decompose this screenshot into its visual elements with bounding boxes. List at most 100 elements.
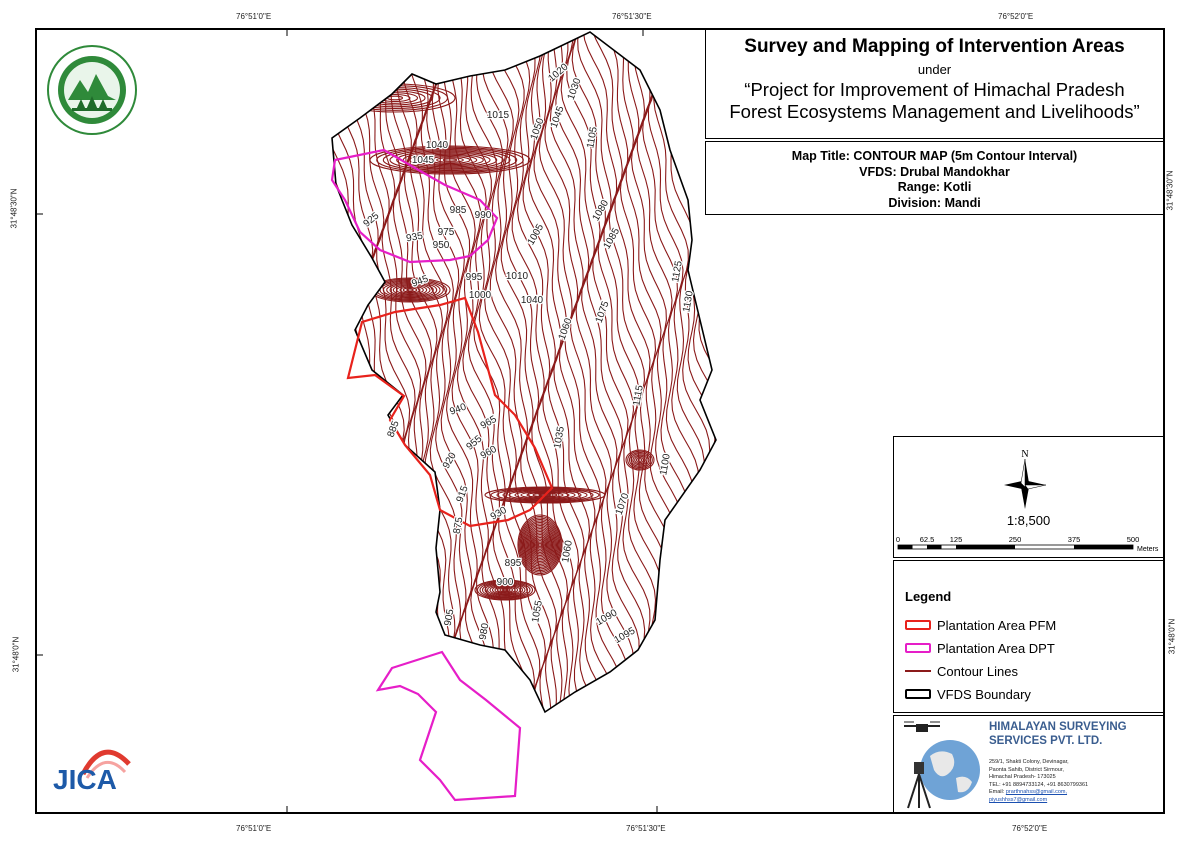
scale-tick-1: 62.5 <box>920 535 935 544</box>
legend-label-boundary: VFDS Boundary <box>937 686 1031 702</box>
contour-label: 1090 <box>594 607 619 628</box>
contour-line <box>501 588 509 592</box>
legend-swatch-pfm <box>905 620 931 630</box>
email-link-2[interactable]: piyushhss7@gmail.com <box>989 797 1047 803</box>
contour-line <box>454 32 518 712</box>
contour-label: 1130 <box>681 290 696 314</box>
contour-label: 1005 <box>526 222 547 247</box>
email-link-1[interactable]: prarthnahss@gmail.com, <box>1006 789 1067 795</box>
coord-bottom-3: 76°52'0"E <box>1012 824 1048 833</box>
contour-label: 1095 <box>612 625 637 646</box>
contour-label: 950 <box>433 240 450 251</box>
contour-label: 1075 <box>594 299 612 324</box>
map-main-title: Survey and Mapping of Intervention Areas <box>744 36 1125 57</box>
contour-label: 1115 <box>631 384 646 407</box>
title-under: under <box>917 62 952 77</box>
contour-line <box>637 458 643 462</box>
contour-line <box>653 32 706 712</box>
contour-label: 1040 <box>426 140 449 151</box>
legend-label-dpt: Plantation Area DPT <box>937 640 1055 656</box>
contour-label: 1040 <box>521 295 544 306</box>
contour-line <box>377 32 434 712</box>
title-panel: Survey and Mapping of Intervention Areas… <box>705 29 1164 139</box>
contour-label: 980 <box>478 622 492 641</box>
legend-item-dpt: Plantation Area DPT <box>905 640 1055 656</box>
scale-ratio: 1:8,500 <box>1006 513 1051 528</box>
plantation-dpt-lower[interactable] <box>375 650 522 802</box>
contour-label: 920 <box>441 450 459 470</box>
legend-item-boundary: VFDS Boundary <box>905 686 1031 702</box>
contour-label: 965 <box>479 414 499 432</box>
contour-label: 1105 <box>585 126 600 150</box>
contour-label: 915 <box>455 484 471 504</box>
coord-bottom-1: 76°51'0"E <box>236 824 272 833</box>
contour-label: 975 <box>438 227 455 238</box>
company-panel: HIMALAYAN SURVEYING SERVICES PVT. LTD. 2… <box>893 715 1164 813</box>
contour-label: 1055 <box>530 599 545 623</box>
contour-label: 995 <box>466 272 483 283</box>
legend-swatch-contour <box>905 670 931 672</box>
project-title: “Project for Improvement of Himachal Pra… <box>706 79 1163 123</box>
contour-label: 935 <box>405 231 424 245</box>
contour-label: 925 <box>361 210 381 229</box>
contour-label: 1035 <box>552 425 567 449</box>
company-name-line-2: SERVICES PVT. LTD. <box>989 735 1103 747</box>
address-line-2: Paonta Sahib, District Sirmour, <box>989 766 1064 773</box>
contour-label: 895 <box>505 558 522 569</box>
contour-label: 1010 <box>506 271 529 282</box>
coord-top-1: 76°51'0"E <box>236 12 272 21</box>
contour-label: 900 <box>497 577 514 588</box>
contour-label: 875 <box>452 516 466 535</box>
scale-unit: Meters <box>1137 546 1159 553</box>
scale-panel: N 1:8,500 0 62.5 125 250 375 500 Meters <box>893 436 1164 558</box>
scale-tick-4: 375 <box>1068 535 1081 544</box>
company-address: 259/1, Shakti Colony, Devinagar, Paonta … <box>989 759 1088 805</box>
contour-label: 1100 <box>658 453 673 477</box>
email-prefix: Email: <box>989 789 1006 796</box>
scale-tick-3: 250 <box>1009 535 1022 544</box>
legend-panel: Legend Plantation Area PFM Plantation Ar… <box>893 560 1164 713</box>
scale-tick-2: 125 <box>950 535 963 544</box>
contour-line <box>353 32 416 712</box>
legend-label-pfm: Plantation Area PFM <box>937 617 1057 633</box>
scale-bar: 0 62.5 125 250 375 500 Meters <box>896 535 1159 553</box>
contour-label: 1000 <box>469 290 492 301</box>
email-line: Email: prarthnahss@gmail.com, <box>989 789 1088 797</box>
contour-line <box>386 95 404 101</box>
contour-line <box>498 32 558 712</box>
address-line-4: TEL: +91 8894733124, +91 8630799361 <box>989 781 1089 788</box>
contour-line <box>538 542 542 548</box>
contour-label: 990 <box>475 210 492 221</box>
compass-star-icon: N <box>1004 449 1047 509</box>
contour-label: 1050 <box>529 116 547 141</box>
legend-swatch-dpt <box>905 643 931 653</box>
scale-tick-5: 500 <box>1127 535 1140 544</box>
contour-label: 1045 <box>412 155 435 166</box>
address-line-1: 259/1, Shakti Colony, Devinagar, <box>989 759 1069 765</box>
legend-title: Legend <box>905 589 952 604</box>
contour-line <box>332 32 367 712</box>
contour-line <box>334 83 456 113</box>
scale-tick-0: 0 <box>896 535 900 544</box>
company-name: HIMALAYAN SURVEYING SERVICES PVT. LTD. <box>989 720 1127 748</box>
contour-label: 1015 <box>487 110 510 121</box>
project-title-line-2: Forest Ecosystems Management and Livelih… <box>729 101 1140 122</box>
legend-item-pfm: Plantation Area PFM <box>905 617 1056 633</box>
contour-label: 960 <box>479 444 499 462</box>
info-panel: Map Title: CONTOUR MAP (5m Contour Inter… <box>705 141 1164 215</box>
contour-line <box>499 587 511 593</box>
project-title-line-1: “Project for Improvement of Himachal Pra… <box>744 79 1125 100</box>
email-line-2: piyushhss7@gmail.com <box>989 797 1088 805</box>
coord-top-3: 76°52'0"E <box>998 12 1034 21</box>
map-title-line: Map Title: CONTOUR MAP (5m Contour Inter… <box>791 149 1078 163</box>
address-line-3: Himachal Pradesh- 173025 <box>989 774 1056 781</box>
hp-forest-emblem-icon <box>47 45 137 135</box>
north-label: N <box>1021 449 1028 460</box>
company-name-line-1: HIMALAYAN SURVEYING <box>989 721 1127 733</box>
coord-top-2: 76°51'30"E <box>612 12 652 21</box>
contour-line <box>332 32 361 712</box>
legend-item-contour: Contour Lines <box>905 663 1018 679</box>
contour-line <box>630 453 650 467</box>
division-line: Division: Mandi <box>888 195 981 210</box>
contour-label: 985 <box>450 205 467 216</box>
